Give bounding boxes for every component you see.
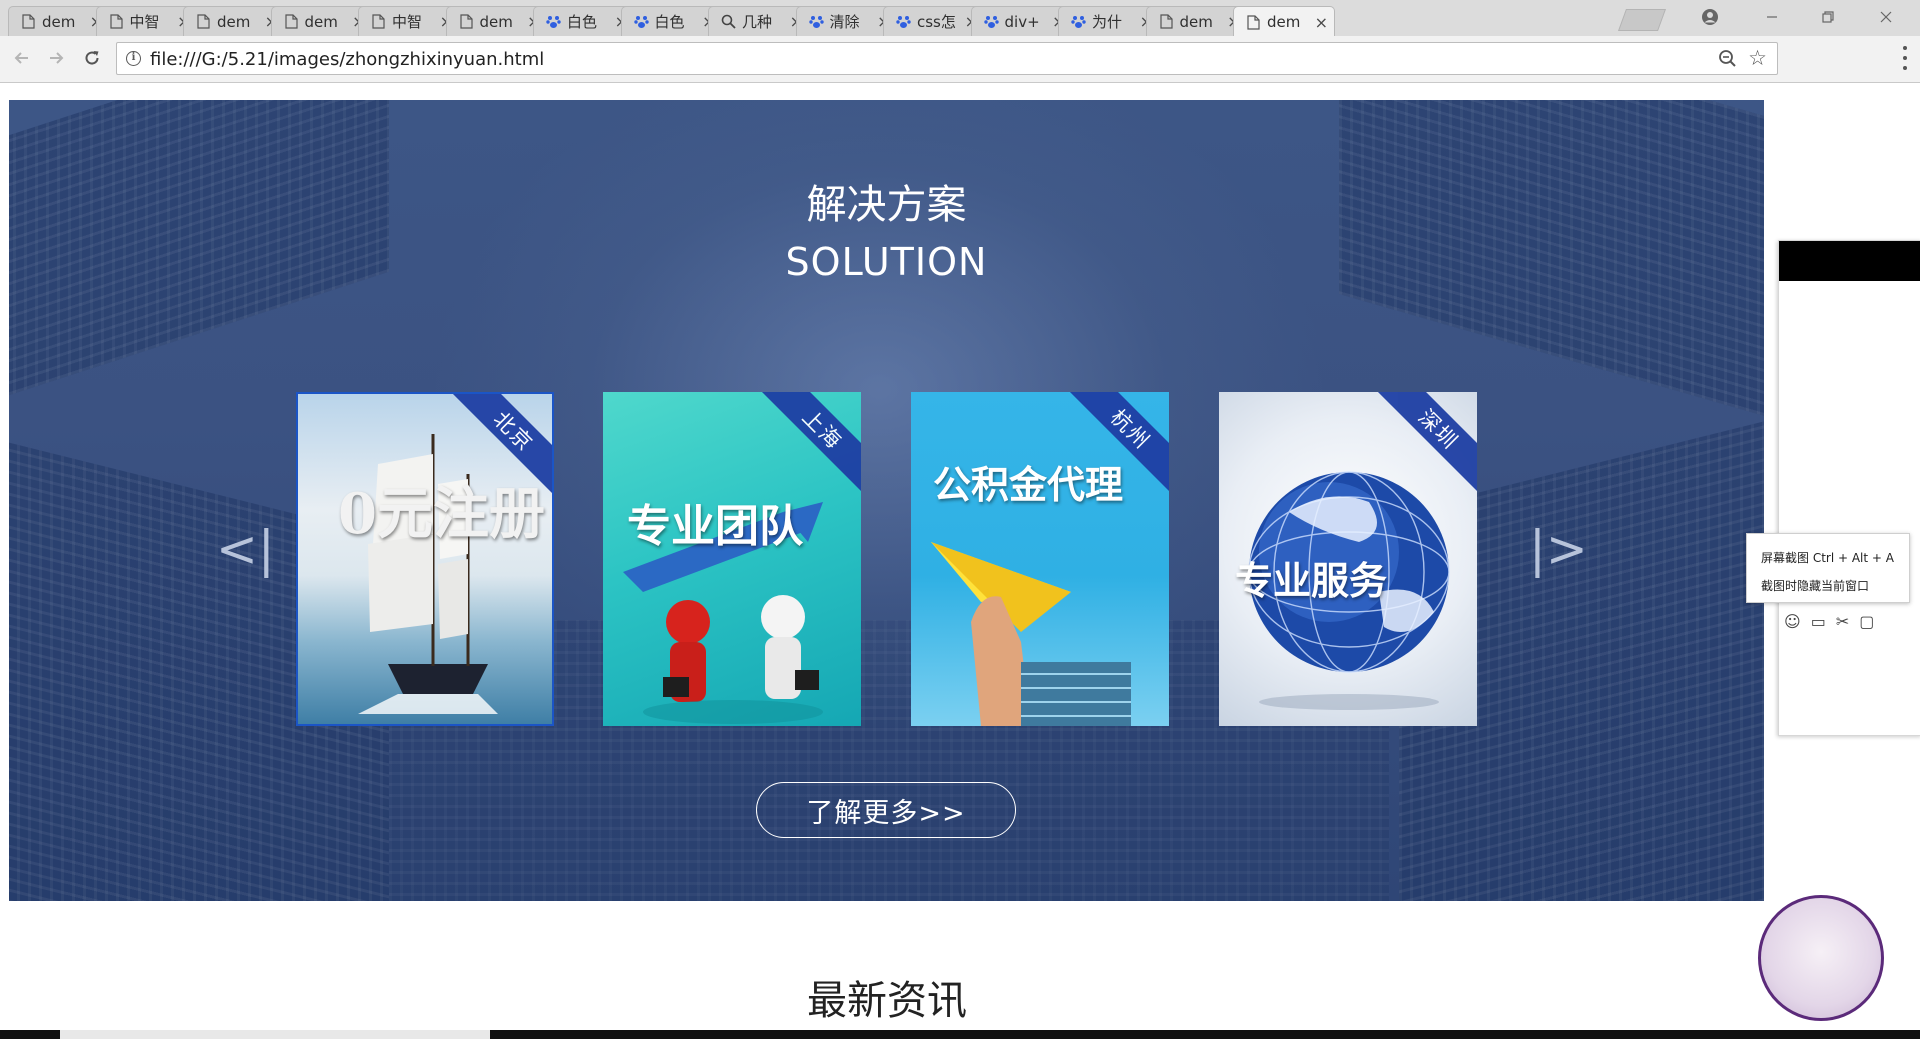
tab-title: dem [304, 12, 338, 31]
tab-strip: dem×中智×dem×dem×中智×dem×白色×白色×几种×清除×css怎×d… [0, 0, 1920, 36]
page-icon [1159, 14, 1174, 29]
bookmark-star-icon[interactable]: ☆ [1748, 46, 1767, 70]
browser-tab[interactable]: 为什× [1058, 6, 1160, 36]
tab-title: 为什 [1092, 13, 1123, 31]
baidu-paw-icon [633, 14, 649, 29]
tool-panel-header [1779, 241, 1920, 281]
tab-title: dem [217, 12, 251, 31]
tab-close-icon[interactable]: × [1315, 13, 1328, 32]
tab-title: 中智 [129, 13, 160, 31]
solution-subtitle: SOLUTION [785, 240, 988, 284]
page-icon [371, 14, 386, 29]
emoji-icon[interactable]: ☺ [1784, 612, 1801, 631]
tab-title: 白色 [654, 13, 685, 31]
solution-title: 解决方案 [806, 182, 967, 228]
baidu-paw-icon [808, 14, 824, 29]
search-icon [721, 14, 736, 29]
profile-icon[interactable] [1690, 2, 1730, 32]
card-caption: 公积金代理 [933, 462, 1124, 507]
browser-tab[interactable]: dem× [183, 6, 285, 36]
taskbar-item[interactable] [60, 1030, 490, 1039]
tooltip-line: 截图时隐藏当前窗口 [1761, 579, 1870, 593]
baidu-paw-icon [546, 14, 561, 29]
carousel-next-arrow[interactable]: |> [1529, 520, 1588, 578]
gif-icon[interactable]: ▭ [1811, 612, 1826, 631]
tab-title: 中智 [392, 13, 423, 31]
baidu-paw-icon [896, 14, 911, 29]
card-caption: 0元注册 [338, 481, 545, 547]
new-tab-button[interactable] [1617, 9, 1667, 31]
close-window-icon[interactable] [1866, 2, 1906, 32]
tab-title: 清除 [829, 13, 860, 31]
page-icon [459, 14, 474, 29]
tab-title: 白色 [567, 13, 598, 31]
site-info-icon[interactable]: i [126, 51, 141, 66]
minimize-window-icon[interactable] [1752, 2, 1792, 32]
card-caption: 专业服务 [1235, 558, 1388, 603]
solution-banner: 解决方案 SOLUTION <| |> 0元注册 北京 专业团队 上海 公积金代… [9, 100, 1764, 901]
learn-more-button[interactable]: 了解更多>> [756, 782, 1016, 838]
address-bar[interactable]: i file:///G:/5.21/images/zhongzhixinyuan… [116, 42, 1778, 75]
page-icon [1246, 14, 1261, 30]
forward-arrow-icon[interactable] [42, 44, 70, 72]
browser-tab[interactable]: dem × [1233, 6, 1335, 36]
browser-tab[interactable]: css怎× [883, 6, 985, 36]
tab-title: dem [1267, 13, 1301, 31]
url-text[interactable]: file:///G:/5.21/images/zhongzhixinyuan.h… [150, 49, 544, 70]
zoom-icon[interactable] [1718, 49, 1737, 72]
page-icon [196, 14, 211, 29]
mascot-avatar[interactable] [1758, 895, 1884, 1021]
browser-tab[interactable]: 中智× [358, 6, 460, 36]
tab-title: dem [479, 12, 513, 31]
browser-tab[interactable]: dem× [8, 6, 110, 36]
page-viewport: 解决方案 SOLUTION <| |> 0元注册 北京 专业团队 上海 公积金代… [0, 83, 1920, 1033]
scissors-icon[interactable]: ✂ [1836, 612, 1849, 631]
solution-card-hangzhou[interactable]: 公积金代理 杭州 [911, 392, 1169, 726]
screenshot-tool-panel [1778, 240, 1920, 736]
screenshot-tooltip: 屏幕截图 Ctrl + Alt + A 截图时隐藏当前窗口 [1746, 533, 1910, 603]
tab-title: dem [1179, 12, 1213, 31]
page-icon [21, 14, 36, 29]
tab-title: div+ [1004, 12, 1040, 31]
news-section-title: 最新资讯 [807, 978, 967, 1024]
tab-title: 几种 [742, 13, 773, 31]
baidu-paw-icon [1071, 14, 1086, 29]
card-caption: 专业团队 [627, 501, 803, 552]
tab-title: css怎 [917, 13, 956, 31]
browser-tab[interactable]: 白色× [533, 6, 635, 36]
folder-icon[interactable]: ▢ [1859, 612, 1874, 631]
solution-card-shenzhen[interactable]: 专业服务 深圳 [1219, 392, 1477, 726]
os-taskbar [0, 1030, 1920, 1039]
browser-tab[interactable]: 几种× [708, 6, 810, 36]
tab-title: dem [42, 12, 76, 31]
screenshot-tool-icons: ☺ ▭ ✂ ▢ [1784, 612, 1874, 631]
reload-icon[interactable] [78, 44, 106, 72]
solution-card-shanghai[interactable]: 专业团队 上海 [603, 392, 861, 726]
baidu-paw-icon [983, 14, 999, 29]
solution-card-beijing[interactable]: 0元注册 北京 [296, 392, 554, 726]
page-icon [109, 14, 124, 29]
page-icon [284, 14, 299, 29]
browser-toolbar: i file:///G:/5.21/images/zhongzhixinyuan… [0, 36, 1920, 83]
restore-window-icon[interactable] [1808, 2, 1848, 32]
carousel-prev-arrow[interactable]: <| [216, 520, 275, 578]
browser-menu-icon[interactable] [1898, 46, 1912, 70]
back-arrow-icon[interactable] [8, 44, 36, 72]
tooltip-line: 屏幕截图 Ctrl + Alt + A [1761, 551, 1894, 565]
